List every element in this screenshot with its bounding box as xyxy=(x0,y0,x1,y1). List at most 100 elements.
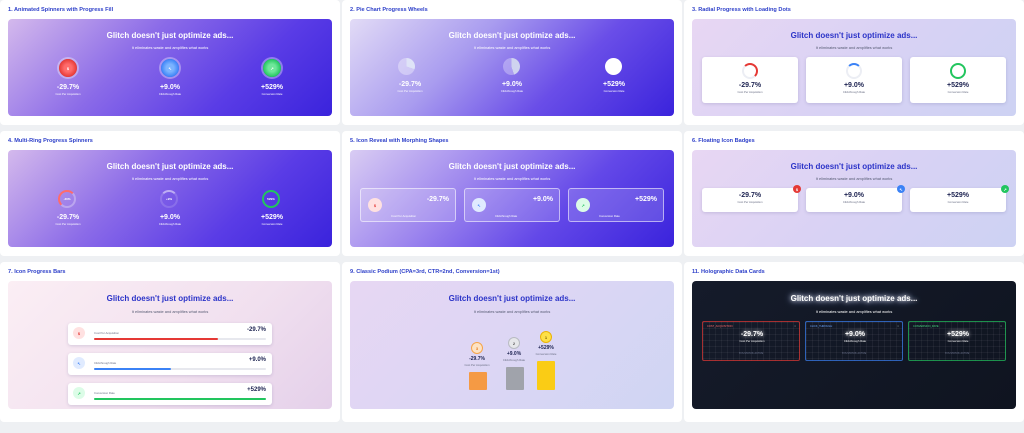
panel-title: 1. Animated Spinners with Progress Fill xyxy=(8,7,114,13)
metric-value: +529% xyxy=(947,82,969,89)
metric-label: Cost Per Acquisition xyxy=(391,214,417,218)
metric-cpa: -29.7% Cost Per Acquisition xyxy=(33,84,103,96)
progress-fill-ctr xyxy=(94,368,172,370)
subline: It eliminates waste and amplifies what w… xyxy=(473,176,551,181)
metric-conversion: +529% Conversion Rate xyxy=(923,331,993,343)
panel-progress-bars: 7. Icon Progress Bars Glitch doesn't jus… xyxy=(0,262,340,422)
panel-animated-spinners: 1. Animated Spinners with Progress Fill … xyxy=(0,0,340,125)
metric-ctr: +9.0% Clickthrough Rate xyxy=(477,81,547,93)
ring-spinner-cpa: -30% xyxy=(58,190,76,208)
metric-conversion: +529% Conversion Rate xyxy=(923,192,993,204)
metric-label: Clickthrough Rate xyxy=(842,90,866,94)
panel-radial-progress: 3. Radial Progress with Loading Dots Gli… xyxy=(684,0,1024,125)
metric-box-conversion: +529% Conversion Rate xyxy=(910,57,1006,103)
holo-tag: CONVERSION_RATE xyxy=(913,325,939,328)
metric-box-cpa: -29.7% Cost Per Acquisition xyxy=(702,57,798,103)
metric-value: +9.0% xyxy=(248,357,266,363)
metric-label: Conversion Rate xyxy=(947,200,969,204)
ring-spinner-ctr: +9% xyxy=(160,190,178,208)
demo-card: Glitch doesn't just optimize ads... It e… xyxy=(350,150,674,247)
badge-card-ctr: ↖ +9.0% Clickthrough Rate xyxy=(806,185,905,212)
metric-ctr: +9.0% Clickthrough Rate xyxy=(135,84,205,96)
metric-label: Conversion Rate xyxy=(599,214,620,218)
panel-icon-reveal: 5. Icon Reveal with Morphing Shapes Glit… xyxy=(342,131,682,256)
progress-fill-cpa xyxy=(94,338,218,340)
metric-value: +529% xyxy=(247,387,266,393)
progress-track xyxy=(94,338,266,340)
metric-label: Conversion Rate xyxy=(261,92,283,96)
demo-card: Glitch doesn't just optimize ads... It e… xyxy=(692,19,1016,116)
metric-value: -29.7% xyxy=(246,327,266,333)
holo-card-conversion: CONVERSION_RATE × +529% Conversion Rate S… xyxy=(908,321,1006,361)
close-icon: × xyxy=(1000,324,1002,328)
reveal-card-cpa: $ -29.7% Cost Per Acquisition xyxy=(360,188,456,222)
headline: Glitch doesn't just optimize ads... xyxy=(106,31,234,40)
dollar-icon: $ xyxy=(59,59,77,77)
panel-pie-wheels: 2. Pie Chart Progress Wheels Glitch does… xyxy=(342,0,682,125)
metric-label: Conversion Rate xyxy=(535,352,557,356)
metric-value: -29.7% xyxy=(426,196,449,203)
metric-value: -29.7% xyxy=(398,81,422,88)
metric-value: +529% xyxy=(947,192,969,199)
metric-value: +529% xyxy=(947,331,969,338)
progress-track xyxy=(94,398,266,400)
cursor-icon: ↖ xyxy=(472,198,486,212)
metric-label: Clickthrough Rate xyxy=(500,89,524,93)
demo-card: Glitch doesn't just optimize ads... It e… xyxy=(350,281,674,409)
panel-title: 7. Icon Progress Bars xyxy=(8,269,66,275)
metric-cpa: -29.7% Cost Per Acquisition xyxy=(375,81,445,93)
close-icon: × xyxy=(897,324,899,328)
metric-label: Clickthrough Rate xyxy=(158,222,182,226)
cursor-icon: ↖ xyxy=(161,59,179,77)
progress-row-cpa: $ Cost Per Acquisition -29.7% xyxy=(68,323,272,345)
metric-cpa: -29.7% Cost Per Acquisition xyxy=(715,192,785,204)
panel-title: 9. Classic Podium (CPA=3rd, CTR=2nd, Con… xyxy=(350,269,500,275)
metric-ctr: +9.0% Clickthrough Rate xyxy=(135,214,205,226)
trend-up-icon: ↗ xyxy=(263,59,281,77)
metric-ctr: +9.0% Clickthrough Rate xyxy=(819,82,889,94)
panel-title: 5. Icon Reveal with Morphing Shapes xyxy=(350,138,449,144)
radial-progress-conversion xyxy=(950,63,966,79)
metric-conversion: +529% Conversion Rate xyxy=(579,81,649,93)
subline: It eliminates waste and amplifies what w… xyxy=(815,176,893,181)
holo-status: SYS.STATUS: ACTIVE xyxy=(944,352,970,355)
headline: Glitch doesn't just optimize ads... xyxy=(790,294,918,303)
close-icon: × xyxy=(794,324,796,328)
metric-label: Cost Per Acquisition xyxy=(94,331,120,335)
metric-label: Cost Per Acquisition xyxy=(55,222,81,226)
metric-label: Cost Per Acquisition xyxy=(737,200,763,204)
demo-card: Glitch doesn't just optimize ads... It e… xyxy=(692,281,1016,409)
metric-value: -29.7% xyxy=(740,331,764,338)
metric-label: Clickthrough Rate xyxy=(495,214,518,218)
metric-label: Clickthrough Rate xyxy=(158,92,182,96)
panel-classic-podium: 9. Classic Podium (CPA=3rd, CTR=2nd, Con… xyxy=(342,262,682,422)
metric-label: Cost Per Acquisition xyxy=(55,92,81,96)
metric-conversion: +529% Conversion Rate xyxy=(923,82,993,94)
headline: Glitch doesn't just optimize ads... xyxy=(448,162,576,171)
holo-status: SYS.STATUS: ACTIVE xyxy=(738,352,764,355)
metric-conversion: +529% Conversion Rate xyxy=(237,214,307,226)
metric-value: +9.0% xyxy=(159,214,181,221)
subline: It eliminates waste and amplifies what w… xyxy=(131,309,209,314)
metric-label: Cost Per Acquisition xyxy=(397,89,423,93)
holo-tag: CLICK_THROUGH xyxy=(810,325,833,328)
headline: Glitch doesn't just optimize ads... xyxy=(790,162,918,171)
panel-title: 3. Radial Progress with Loading Dots xyxy=(692,7,791,13)
panel-floating-badges: 6. Floating Icon Badges Glitch doesn't j… xyxy=(684,131,1024,256)
podium-block-first xyxy=(537,361,555,390)
metric-label: Conversion Rate xyxy=(947,90,969,94)
panel-title: 6. Floating Icon Badges xyxy=(692,138,755,144)
metric-value: +529% xyxy=(261,84,283,91)
cursor-icon: ↖ xyxy=(73,357,85,369)
metric-ctr: +9.0% Clickthrough Rate xyxy=(820,331,890,343)
pie-wheel-conversion xyxy=(605,58,622,75)
panel-title: 2. Pie Chart Progress Wheels xyxy=(350,7,428,13)
headline: Glitch doesn't just optimize ads... xyxy=(448,31,576,40)
badge-card-cpa: $ -29.7% Cost Per Acquisition xyxy=(702,185,801,212)
metric-cpa: -29.7% Cost Per Acquisition xyxy=(715,82,785,94)
podium-block-third xyxy=(469,372,487,390)
holo-status: SYS.STATUS: ACTIVE xyxy=(841,352,867,355)
headline: Glitch doesn't just optimize ads... xyxy=(106,294,234,303)
holo-card-cpa: COST_ACQUISITION × -29.7% Cost Per Acquis… xyxy=(702,321,800,361)
subline: It eliminates waste and amplifies what w… xyxy=(131,45,209,50)
